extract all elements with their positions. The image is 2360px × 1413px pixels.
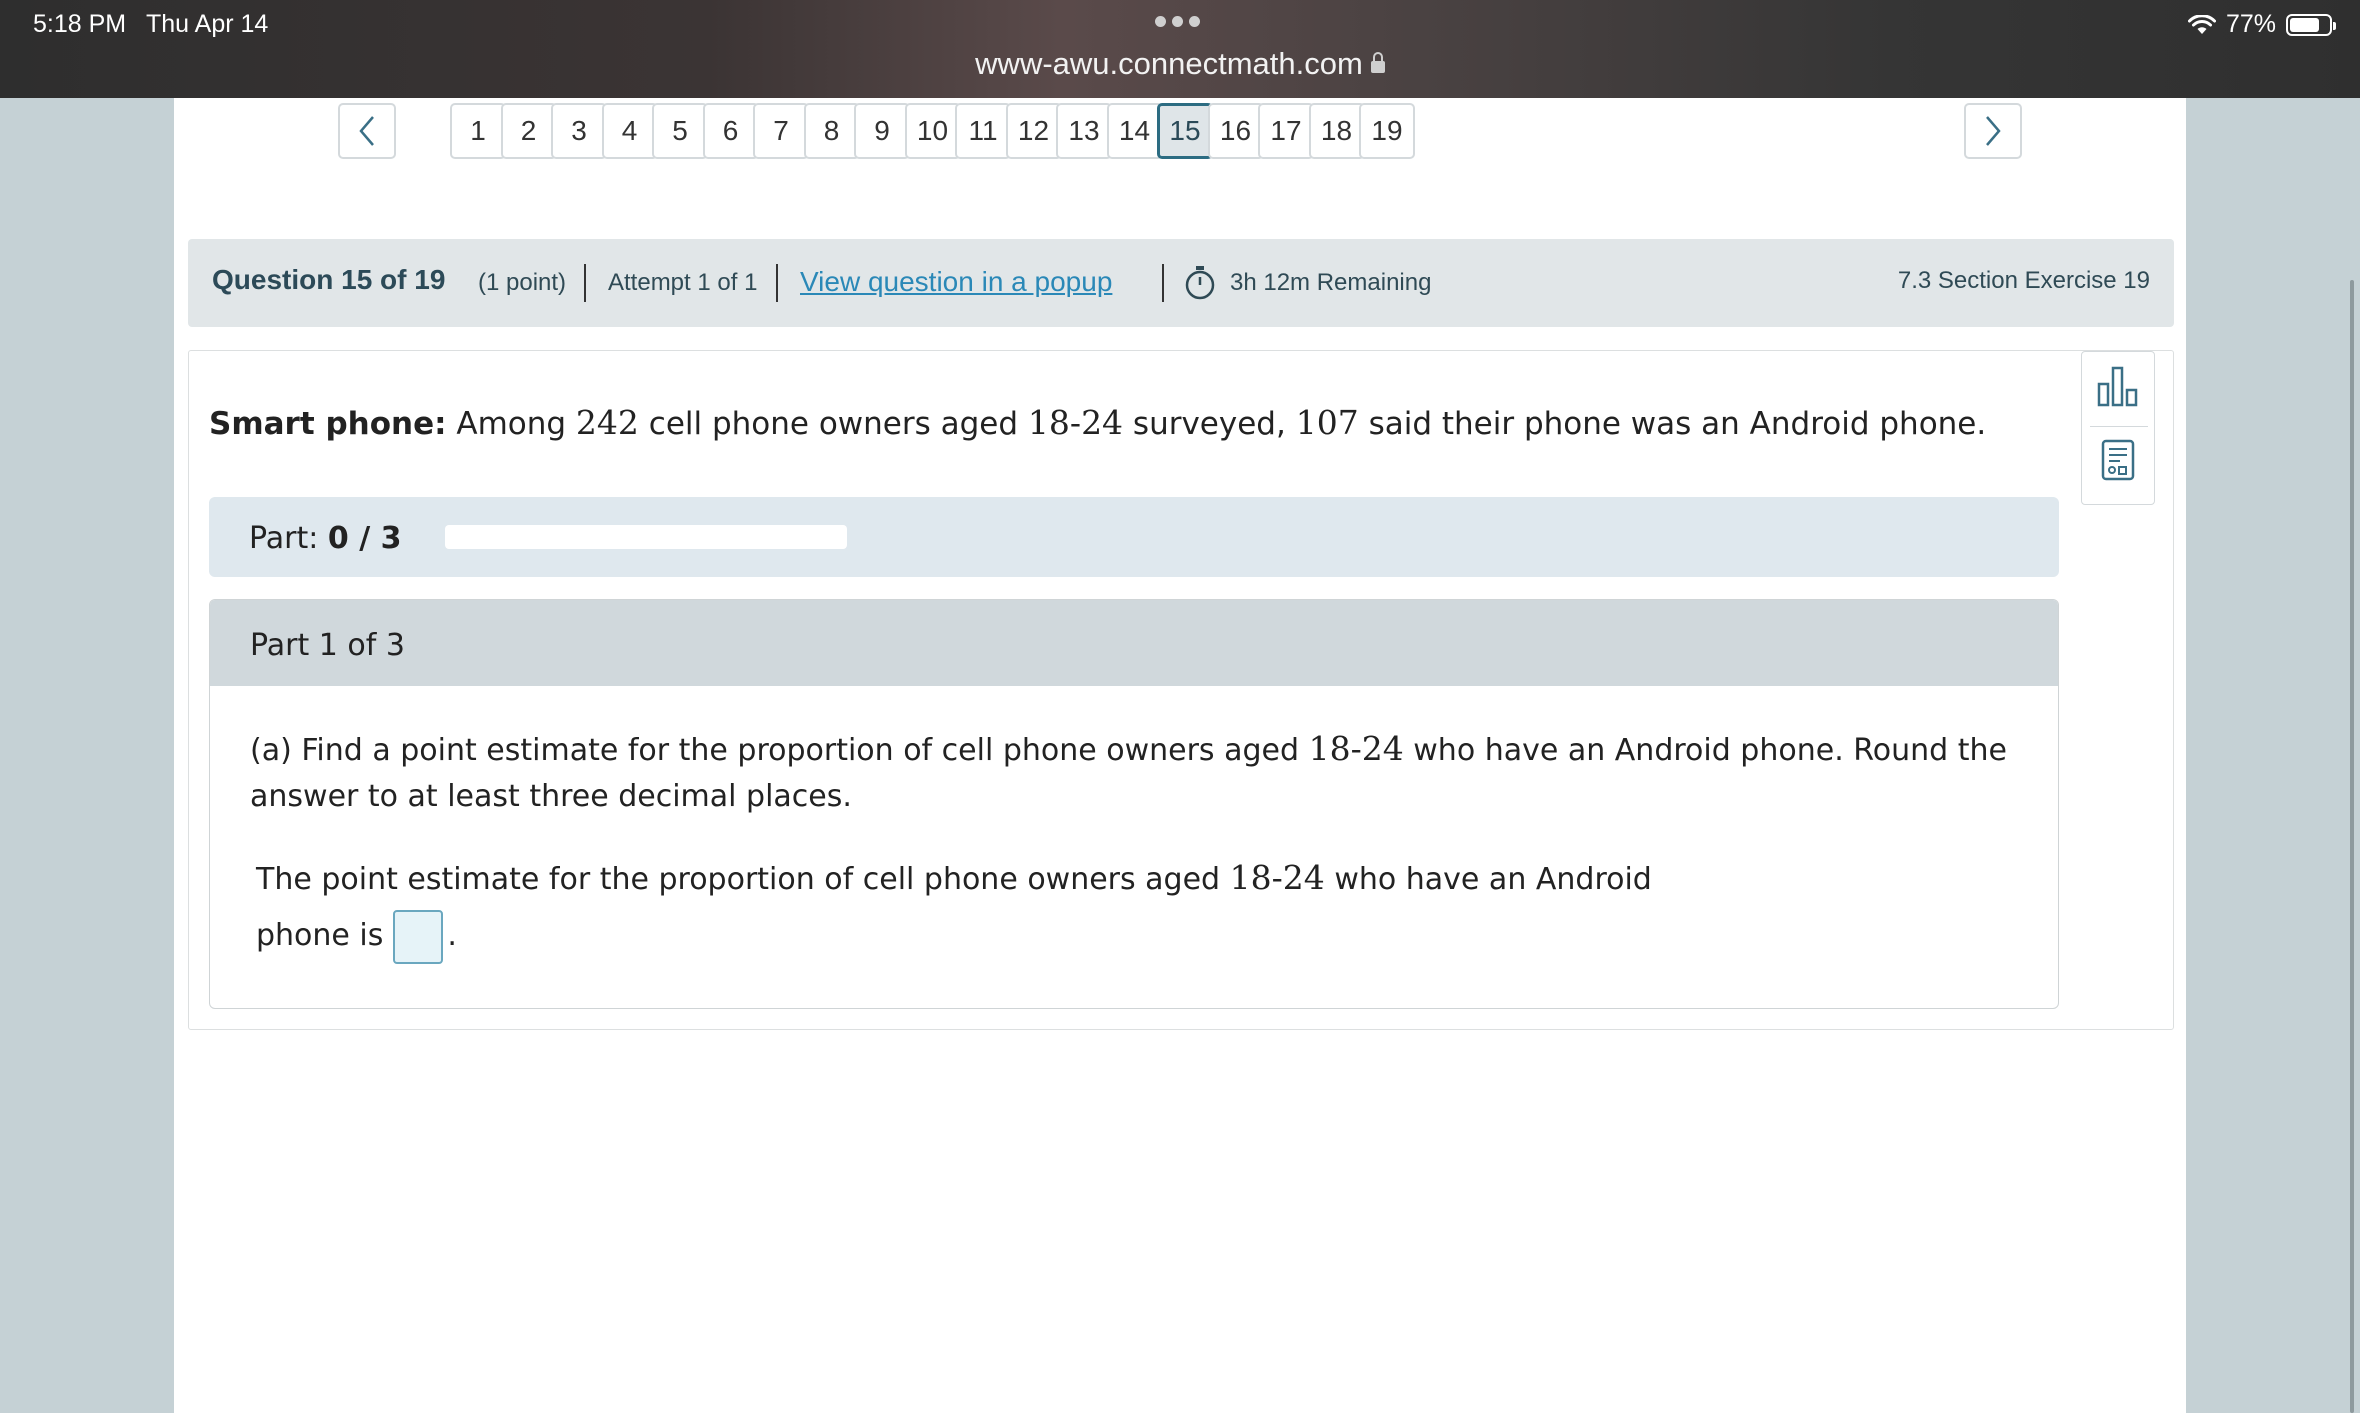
answer-age: 18-24: [1229, 858, 1325, 897]
question-text: (a) Find a point estimate for the propor…: [250, 733, 1300, 768]
page-button-15[interactable]: 15: [1157, 103, 1213, 159]
progress-bar: [445, 525, 847, 549]
prev-button[interactable]: [338, 103, 396, 159]
page-button-13[interactable]: 13: [1056, 103, 1112, 159]
page-button-2[interactable]: 2: [500, 103, 557, 159]
battery-icon: [2286, 13, 2336, 36]
problem-text: cell phone owners aged: [648, 406, 1019, 442]
part-progress-label: Part: 0 / 3: [249, 521, 401, 556]
divider: [776, 264, 778, 302]
part-header: Part 1 of 3: [210, 600, 2058, 686]
tool-panel: [2081, 351, 2155, 505]
page-button-1[interactable]: 1: [450, 103, 506, 159]
time-remaining: 3h 12m Remaining: [1230, 269, 1432, 296]
chevron-left-icon: [359, 116, 374, 146]
problem-label: Smart phone:: [209, 406, 447, 442]
question-points: (1 point): [478, 269, 567, 296]
problem-age: 18-24: [1027, 403, 1124, 442]
page-button-7[interactable]: 7: [753, 103, 809, 159]
progress-value: 0 / 3: [327, 521, 402, 556]
bar-chart-icon[interactable]: [2096, 364, 2140, 413]
page-button-14[interactable]: 14: [1106, 103, 1163, 159]
answer-input[interactable]: [393, 909, 444, 964]
problem-text: surveyed,: [1132, 406, 1286, 442]
page-button-11[interactable]: 11: [955, 103, 1011, 159]
address-bar[interactable]: www-awu.connectmath.com: [0, 46, 2360, 82]
next-button[interactable]: [1964, 103, 2022, 159]
calculator-icon[interactable]: [2100, 438, 2136, 487]
page-button-16[interactable]: 16: [1207, 103, 1264, 159]
attempt-count: Attempt 1 of 1: [608, 269, 758, 296]
status-right: 77%: [2187, 10, 2336, 39]
part-box: Part 1 of 3 (a) Find a point estimate fo…: [209, 599, 2059, 1009]
question-age: 18-24: [1308, 729, 1404, 768]
question-header: Question 15 of 19 (1 point) Attempt 1 of…: [188, 239, 2174, 327]
part-title: Part 1 of 3: [250, 628, 405, 663]
page-button-4[interactable]: 4: [601, 103, 658, 159]
page-button-19[interactable]: 19: [1359, 103, 1415, 159]
stopwatch-icon: [1184, 265, 1216, 301]
view-popup-link[interactable]: View question in a popup: [800, 266, 1112, 298]
problem-statement: Smart phone: Among 242 cell phone owners…: [209, 403, 1986, 442]
question-panel: Smart phone: Among 242 cell phone owners…: [188, 350, 2174, 1030]
more-dots-icon[interactable]: [1155, 16, 1200, 27]
divider: [584, 264, 586, 302]
answer-period: .: [447, 918, 457, 953]
page-button-18[interactable]: 18: [1308, 103, 1365, 159]
problem-total: 242: [575, 403, 639, 442]
page-button-12[interactable]: 12: [1005, 103, 1062, 159]
page-button-8[interactable]: 8: [803, 103, 860, 159]
question-title: Question 15 of 19: [212, 264, 446, 295]
battery-percent: 77%: [2225, 10, 2276, 38]
progress-label: Part:: [249, 521, 319, 556]
problem-android-count: 107: [1295, 403, 1359, 442]
page-button-9[interactable]: 9: [854, 103, 910, 159]
answer-text: phone is: [256, 918, 384, 953]
answer-text: The point estimate for the proportion of…: [256, 862, 1221, 897]
part-question: (a) Find a point estimate for the propor…: [250, 726, 2030, 820]
lock-icon: [1370, 52, 1385, 73]
url-text: www-awu.connectmath.com: [975, 46, 1363, 81]
answer-text: who have an Android: [1334, 862, 1652, 897]
answer-sentence: The point estimate for the proportion of…: [256, 850, 1656, 964]
status-time: 5:18 PM: [33, 10, 127, 38]
page-button-10[interactable]: 10: [904, 103, 961, 159]
divider: [1162, 264, 1164, 302]
chevron-right-icon: [1986, 116, 2001, 146]
section-label: 7.3 Section Exercise 19: [1897, 267, 2150, 294]
wifi-icon: [2187, 14, 2216, 35]
part-progress: Part: 0 / 3: [209, 497, 2059, 577]
page-button-17[interactable]: 17: [1258, 103, 1314, 159]
page-button-5[interactable]: 5: [652, 103, 708, 159]
ios-status-bar: 5:18 PM Thu Apr 14 www-awu.connectmath.c…: [0, 0, 2360, 98]
problem-text: said their phone was an Android phone.: [1368, 406, 1987, 442]
page-button-3[interactable]: 3: [551, 103, 607, 159]
divider: [2090, 426, 2148, 427]
page: 1 2 3 4 5 6 7 8 9 10 11 12 13 14 15 16 17 18 19 Question 1…: [174, 98, 2186, 1413]
page-button-6[interactable]: 6: [702, 103, 759, 159]
status-date: Thu Apr 14: [146, 10, 269, 38]
problem-text: Among: [456, 406, 567, 442]
scrollbar[interactable]: [2350, 280, 2354, 1413]
